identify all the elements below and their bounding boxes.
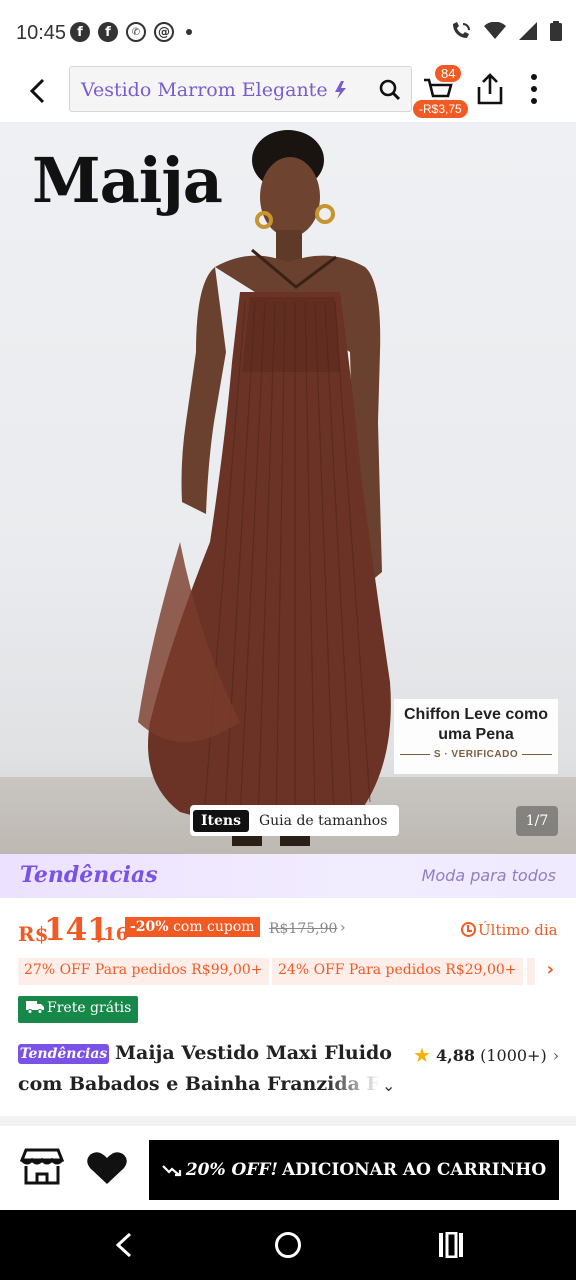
store-icon bbox=[19, 1148, 65, 1185]
chevron-left-icon bbox=[29, 78, 45, 104]
share-icon bbox=[477, 73, 503, 105]
system-navigation-bar bbox=[0, 1210, 576, 1280]
notification-icons: f f ✆ @ bbox=[70, 22, 192, 42]
image-tabs: Itens Guia de tamanhos bbox=[190, 805, 400, 836]
wishlist-button[interactable] bbox=[86, 1150, 128, 1190]
price-decimal: ,16 bbox=[97, 924, 129, 945]
deadline-text: Último dia bbox=[478, 921, 558, 939]
product-image-carousel[interactable]: Maija Chiffon Leve como uma Pena S · VER… bbox=[0, 122, 576, 854]
feature-title: Chiffon Leve como uma Pena bbox=[403, 706, 548, 743]
heart-icon bbox=[87, 1152, 127, 1184]
trends-logo: Tendências bbox=[20, 862, 158, 888]
feature-badge: Chiffon Leve como uma Pena S · VERIFICAD… bbox=[394, 699, 558, 774]
battery-icon bbox=[550, 21, 562, 41]
search-header: Vestido Marrom Elegante 84 -R$3,75 bbox=[0, 64, 576, 120]
trending-arrow-icon bbox=[335, 81, 346, 99]
free-shipping-text: Frete grátis bbox=[47, 1000, 132, 1016]
clock: 10:45 bbox=[16, 22, 67, 44]
trends-tagline: Moda para todos bbox=[421, 866, 556, 885]
trend-down-arrow-icon bbox=[162, 1165, 181, 1177]
add-to-cart-label: ADICIONAR AO CARRINHO bbox=[281, 1160, 547, 1180]
image-counter: 1/7 bbox=[516, 806, 558, 836]
free-shipping-badge: Frete grátis bbox=[18, 996, 139, 1023]
chevron-right-icon[interactable]: › bbox=[547, 959, 554, 980]
tab-size-guide[interactable]: Guia de tamanhos bbox=[249, 810, 396, 832]
more-vertical-icon bbox=[531, 74, 537, 104]
threads-icon: @ bbox=[154, 22, 174, 42]
back-button[interactable] bbox=[20, 74, 54, 108]
bottom-action-bar: 20% OFF! ADICIONAR AO CARRINHO bbox=[0, 1126, 576, 1210]
chevron-right-icon: › bbox=[552, 1046, 560, 1065]
add-to-cart-button[interactable]: 20% OFF! ADICIONAR AO CARRINHO bbox=[149, 1140, 559, 1200]
more-options-button[interactable] bbox=[528, 72, 540, 110]
promo-tag-partial bbox=[527, 958, 535, 985]
cart-count-badge: 84 bbox=[434, 64, 463, 83]
product-title-line1: Maija Vestido Maxi Fluido bbox=[115, 1042, 392, 1064]
chevron-right-icon[interactable]: › bbox=[340, 920, 346, 936]
price-row: R$ 141 ,16 -20% com cupom R$175,90 › Últ… bbox=[18, 912, 563, 950]
system-icons bbox=[450, 21, 562, 41]
promo-tag[interactable]: 24% OFF Para pedidos R$29,00+ bbox=[272, 958, 523, 985]
trends-chip: Tendências bbox=[18, 1044, 109, 1064]
product-title-line2: com Babados e Bainha Franzida Flor bbox=[18, 1073, 380, 1095]
tab-items[interactable]: Itens bbox=[193, 809, 249, 832]
search-input[interactable]: Vestido Marrom Elegante bbox=[69, 66, 412, 112]
original-price[interactable]: R$175,90 bbox=[269, 921, 337, 937]
add-to-cart-discount: 20% OFF! bbox=[185, 1160, 278, 1180]
section-divider bbox=[0, 1116, 576, 1126]
rating-summary[interactable]: ★ 4,88 (1000+) › bbox=[413, 1043, 559, 1067]
nav-back-icon[interactable] bbox=[112, 1232, 136, 1258]
clock-icon bbox=[461, 922, 476, 937]
chevron-down-icon[interactable]: ⌄ bbox=[382, 1076, 395, 1095]
wifi-icon bbox=[484, 22, 506, 39]
signal-icon bbox=[519, 22, 537, 40]
whatsapp-icon: ✆ bbox=[126, 22, 146, 42]
facebook-icon: f bbox=[98, 22, 118, 42]
truck-icon bbox=[26, 1001, 44, 1014]
coupon-percent: -20% bbox=[130, 919, 169, 935]
status-bar: 10:45 f f ✆ @ bbox=[0, 0, 576, 64]
coupon-badge: -20% com cupom bbox=[125, 917, 260, 937]
cart-discount-badge: -R$3,75 bbox=[413, 100, 468, 118]
store-button[interactable] bbox=[19, 1148, 65, 1190]
nav-recents-icon[interactable] bbox=[438, 1232, 464, 1258]
promo-tag[interactable]: 27% OFF Para pedidos R$99,00+ bbox=[18, 958, 269, 985]
feature-verified-label: S · VERIFICADO bbox=[394, 749, 558, 760]
dot-icon bbox=[186, 29, 192, 35]
search-icon[interactable] bbox=[379, 79, 401, 101]
star-icon: ★ bbox=[413, 1043, 431, 1067]
deadline-label: Último dia bbox=[461, 921, 558, 939]
nav-home-icon[interactable] bbox=[275, 1232, 301, 1258]
share-button[interactable] bbox=[474, 72, 506, 110]
coupon-text: com cupom bbox=[173, 919, 255, 935]
promo-row[interactable]: 27% OFF Para pedidos R$99,00+ 24% OFF Pa… bbox=[18, 958, 558, 986]
rating-value: 4,88 bbox=[436, 1046, 475, 1065]
product-title-block: Tendências Maija Vestido Maxi Fluido com… bbox=[18, 1040, 559, 1106]
brand-logo: Maija bbox=[32, 144, 223, 217]
wifi-call-icon bbox=[453, 22, 470, 38]
facebook-icon: f bbox=[70, 22, 90, 42]
search-query: Vestido Marrom Elegante bbox=[81, 79, 328, 101]
trends-banner[interactable]: Tendências Moda para todos bbox=[0, 854, 576, 898]
review-count: (1000+) bbox=[480, 1046, 547, 1065]
